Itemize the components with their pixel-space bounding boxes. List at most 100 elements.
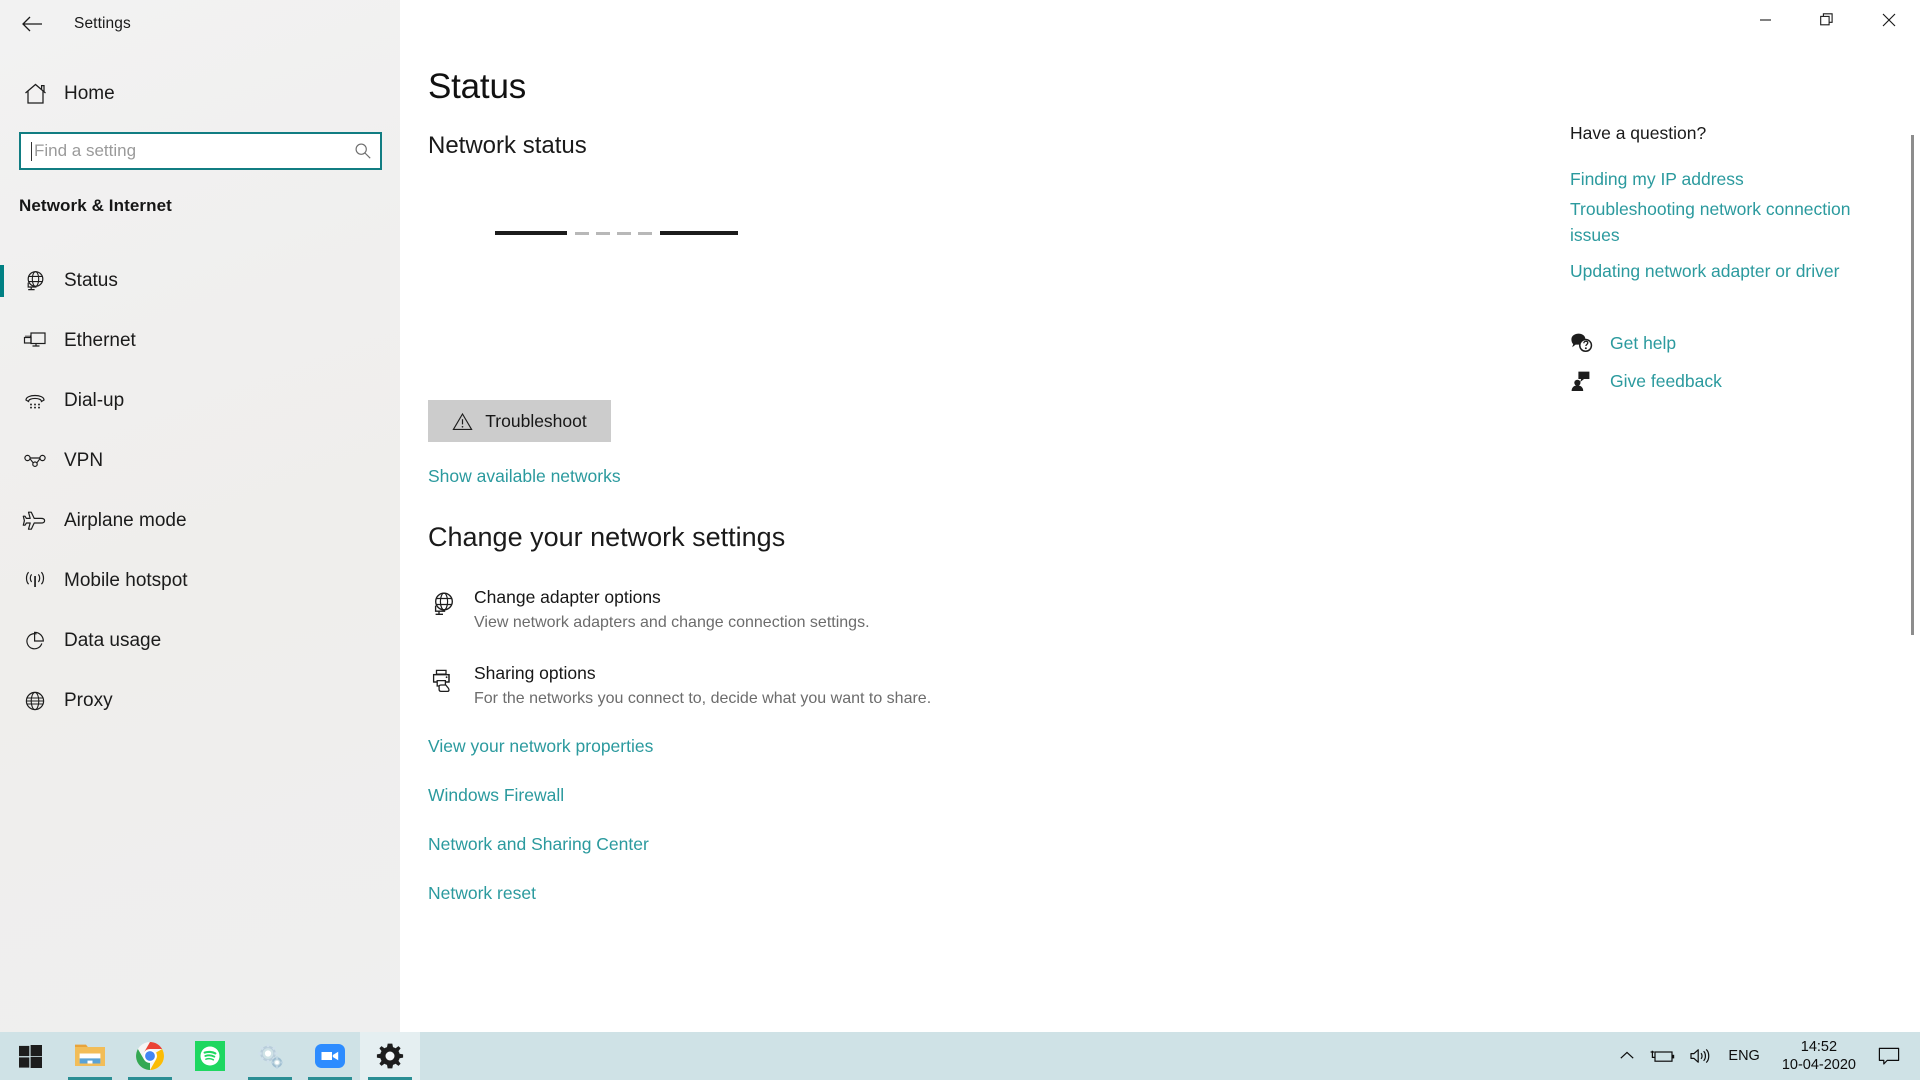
sidebar-item-proxy[interactable]: Proxy — [0, 671, 400, 731]
restore-button[interactable] — [1796, 0, 1858, 40]
clock-date: 10-04-2020 — [1781, 1057, 1856, 1073]
sidebar-item-status-label: Status — [64, 270, 118, 291]
network-dash — [575, 231, 589, 235]
globe-monitor-icon — [428, 586, 474, 634]
zoom-camera-icon — [315, 1044, 345, 1068]
text-caret — [31, 141, 32, 161]
network-line-right — [660, 231, 738, 235]
pie-chart-icon — [14, 629, 56, 653]
back-arrow-icon — [22, 16, 42, 32]
network-dash — [638, 231, 652, 235]
sidebar-item-dial-up-label: Dial-up — [64, 390, 125, 411]
notification-center-button[interactable] — [1868, 1032, 1914, 1080]
sidebar-item-proxy-label: Proxy — [64, 690, 113, 711]
disconnected-network-diagram — [495, 225, 755, 239]
globe-monitor-icon — [14, 269, 56, 293]
sidebar-item-airplane-mode[interactable]: Airplane mode — [0, 491, 400, 551]
feedback-person-icon — [1570, 370, 1610, 392]
sidebar-item-dial-up[interactable]: Dial-up — [0, 371, 400, 431]
get-help-action[interactable]: Get help — [1570, 332, 1676, 354]
sidebar-item-ethernet[interactable]: Ethernet — [0, 311, 400, 371]
window-titlebar: Settings — [0, 0, 400, 48]
hotspot-icon — [14, 569, 56, 593]
sidebar-item-vpn[interactable]: VPN — [0, 431, 400, 491]
notification-icon — [1878, 1047, 1900, 1065]
give-feedback-action[interactable]: Give feedback — [1570, 370, 1722, 392]
sharing-options-title: Sharing options — [474, 663, 596, 683]
home-icon — [14, 82, 56, 106]
finding-my-ip-address-link[interactable]: Finding my IP address — [1570, 166, 1860, 192]
network-dash — [596, 231, 610, 235]
clock-time: 14:52 — [1800, 1038, 1838, 1055]
updating-network-adapter-or-driver-link[interactable]: Updating network adapter or driver — [1570, 258, 1860, 284]
sidebar-category-title: Network & Internet — [19, 196, 172, 215]
minimize-button[interactable] — [1734, 0, 1796, 40]
sidebar-item-home-label: Home — [64, 83, 115, 104]
minimize-icon — [1759, 19, 1771, 21]
sharing-options-entry[interactable]: Sharing options For the networks you con… — [428, 662, 931, 710]
search-placeholder: Find a setting — [34, 141, 137, 160]
airplane-icon — [14, 509, 56, 533]
sidebar-item-ethernet-label: Ethernet — [64, 330, 136, 351]
help-pane-title: Have a question? — [1570, 123, 1707, 143]
sidebar-item-data-usage[interactable]: Data usage — [0, 611, 400, 671]
clock[interactable]: 14:52 10-04-2020 — [1770, 1038, 1868, 1074]
network-status-heading: Network status — [428, 132, 587, 159]
search-input[interactable]: Find a setting — [19, 132, 382, 170]
taskbar-item-spotify[interactable] — [180, 1032, 240, 1080]
back-button[interactable] — [8, 4, 56, 44]
close-icon — [1882, 13, 1896, 27]
language-indicator[interactable]: ENG — [1718, 1048, 1769, 1064]
battery-button[interactable] — [1642, 1032, 1682, 1080]
troubleshoot-button[interactable]: Troubleshoot — [428, 400, 611, 442]
troubleshoot-button-label: Troubleshoot — [485, 410, 587, 431]
sidebar-nav-list: Status Ethernet Dial-up VPN Airplane mod… — [0, 251, 400, 731]
sidebar-item-airplane-mode-label: Airplane mode — [64, 510, 187, 531]
taskbar-item-zoom[interactable] — [300, 1032, 360, 1080]
taskbar: ENG 14:52 10-04-2020 — [0, 1032, 1920, 1080]
sharing-options-description: For the networks you connect to, decide … — [474, 689, 932, 707]
get-help-label: Get help — [1610, 332, 1677, 353]
network-dash — [617, 231, 631, 235]
battery-charging-icon — [1651, 1050, 1675, 1062]
globe-icon — [14, 689, 56, 713]
dialup-phone-icon — [14, 389, 56, 413]
troubleshooting-network-connection-issues-link[interactable]: Troubleshooting network connection issue… — [1570, 196, 1860, 249]
settings-window: Settings Home Find a setting Network & I… — [0, 0, 1920, 1080]
windows-logo-icon — [18, 1044, 42, 1068]
warning-triangle-icon — [452, 412, 473, 430]
start-button[interactable] — [0, 1032, 60, 1080]
network-reset-link[interactable]: Network reset — [428, 883, 536, 904]
spotify-icon — [195, 1041, 225, 1071]
taskbar-item-gears-app[interactable] — [240, 1032, 300, 1080]
gear-icon — [376, 1043, 404, 1069]
restore-icon — [1820, 13, 1833, 26]
view-network-properties-link[interactable]: View your network properties — [428, 736, 653, 757]
show-available-networks-link[interactable]: Show available networks — [428, 466, 621, 487]
change-adapter-options-description: View network adapters and change connect… — [474, 613, 870, 631]
gears-icon — [258, 1043, 283, 1069]
taskbar-item-settings[interactable] — [360, 1032, 420, 1080]
change-adapter-options-entry[interactable]: Change adapter options View network adap… — [428, 586, 870, 634]
windows-firewall-link[interactable]: Windows Firewall — [428, 785, 564, 806]
sidebar-item-status[interactable]: Status — [0, 251, 400, 311]
sidebar-item-mobile-hotspot[interactable]: Mobile hotspot — [0, 551, 400, 611]
printer-folder-icon — [428, 662, 474, 710]
volume-button[interactable] — [1682, 1032, 1718, 1080]
entry-text: Change adapter options View network adap… — [474, 586, 870, 634]
chevron-up-icon — [1620, 1051, 1635, 1059]
show-hidden-icons-button[interactable] — [1612, 1032, 1642, 1080]
main-content: Status Network status Troubleshoot Show … — [400, 0, 1920, 1032]
sidebar-item-mobile-hotspot-label: Mobile hotspot — [64, 570, 188, 591]
close-button[interactable] — [1858, 0, 1920, 40]
taskbar-item-file-explorer[interactable] — [60, 1032, 120, 1080]
content-scrollbar[interactable] — [1911, 135, 1914, 635]
taskbar-item-google-chrome[interactable] — [120, 1032, 180, 1080]
vpn-icon — [14, 449, 56, 473]
sidebar-item-home[interactable]: Home — [0, 70, 400, 118]
change-network-settings-heading: Change your network settings — [428, 522, 786, 552]
network-and-sharing-center-link[interactable]: Network and Sharing Center — [428, 834, 649, 855]
selection-accent-bar — [0, 265, 4, 297]
speaker-icon — [1690, 1048, 1710, 1064]
sidebar-item-data-usage-label: Data usage — [64, 630, 162, 651]
